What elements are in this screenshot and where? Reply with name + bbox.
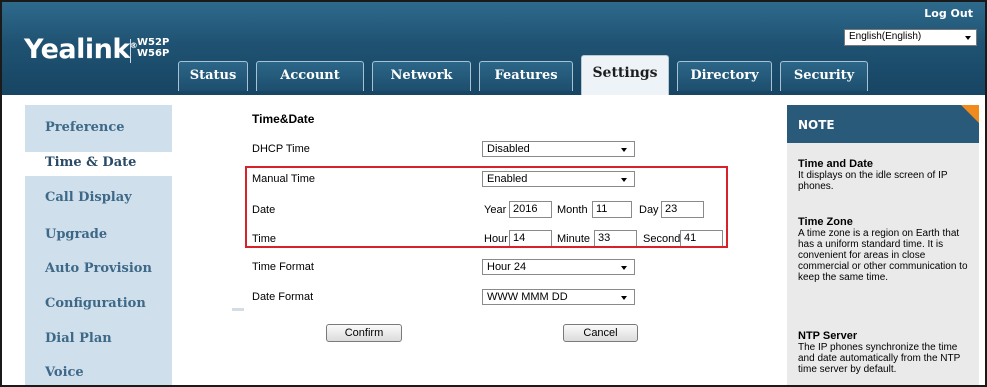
sidebar-item-upgrade[interactable]: Upgrade [25, 227, 172, 242]
tab-network[interactable]: Network [372, 61, 471, 91]
sidebar-item-voice[interactable]: Voice [25, 365, 172, 380]
dhcp-time-value: Disabled [487, 143, 530, 155]
sidebar: Preference Time & Date Call Display Upgr… [25, 105, 172, 385]
note-text-ntp-server: The IP phones synchronize the time and d… [798, 342, 961, 375]
sidebar-item-call-display[interactable]: Call Display [25, 190, 172, 205]
logout-link[interactable]: Log Out [924, 7, 973, 20]
logo-divider [130, 39, 131, 63]
cancel-button[interactable]: Cancel [563, 324, 638, 342]
note-corner-flag [961, 105, 979, 123]
chevron-down-icon [621, 296, 627, 300]
note-header: NOTE [787, 105, 979, 143]
brand-logo: Yealink® [24, 34, 138, 65]
chevron-down-icon [621, 266, 627, 270]
tab-account[interactable]: Account [256, 61, 364, 91]
note-text-time-zone: A time zone is a region on Earth that ha… [798, 228, 968, 283]
time-format-select[interactable]: Hour 24 [482, 259, 635, 275]
sidebar-item-time-date[interactable]: Time & Date [25, 152, 172, 176]
chevron-down-icon [621, 148, 627, 152]
note-panel: NOTE Time and Date It displays on the id… [787, 105, 979, 385]
time-format-label: Time Format [252, 261, 314, 273]
model-w52p: W52P [137, 37, 170, 48]
language-select[interactable]: English(English) [844, 29, 977, 46]
app-window: Yealink® W52P W56P Log Out English(Engli… [0, 0, 987, 387]
date-format-value: WWW MMM DD [487, 291, 568, 303]
chevron-down-icon [965, 36, 971, 40]
date-format-label: Date Format [252, 291, 314, 303]
dhcp-time-select[interactable]: Disabled [482, 141, 635, 157]
sidebar-item-preference[interactable]: Preference [25, 120, 172, 135]
divider-mark [232, 308, 244, 311]
tab-security[interactable]: Security [780, 61, 868, 91]
highlight-box [245, 166, 728, 248]
tab-directory[interactable]: Directory [677, 61, 772, 91]
dhcp-time-label: DHCP Time [252, 143, 310, 155]
model-label: W52P W56P [137, 37, 169, 59]
sidebar-item-auto-provision[interactable]: Auto Provision [25, 261, 172, 276]
header-bar: Yealink® W52P W56P Log Out English(Engli… [2, 2, 985, 95]
sidebar-item-configuration[interactable]: Configuration [25, 296, 172, 311]
note-title-time-zone: Time Zone [798, 216, 853, 228]
sidebar-item-dial-plan[interactable]: Dial Plan [25, 331, 172, 346]
note-title-time-date: Time and Date [798, 158, 873, 170]
confirm-button[interactable]: Confirm [326, 324, 402, 342]
section-title: Time&Date [252, 112, 315, 126]
tab-features[interactable]: Features [479, 61, 573, 91]
time-format-value: Hour 24 [487, 261, 527, 273]
language-value: English(English) [849, 31, 922, 42]
note-title-ntp-server: NTP Server [798, 330, 858, 342]
model-w56p: W56P [137, 48, 170, 59]
date-format-select[interactable]: WWW MMM DD [482, 289, 635, 305]
tab-settings[interactable]: Settings [581, 55, 669, 95]
note-text-time-date: It displays on the idle screen of IP pho… [798, 170, 948, 192]
tab-status[interactable]: Status [178, 61, 248, 91]
